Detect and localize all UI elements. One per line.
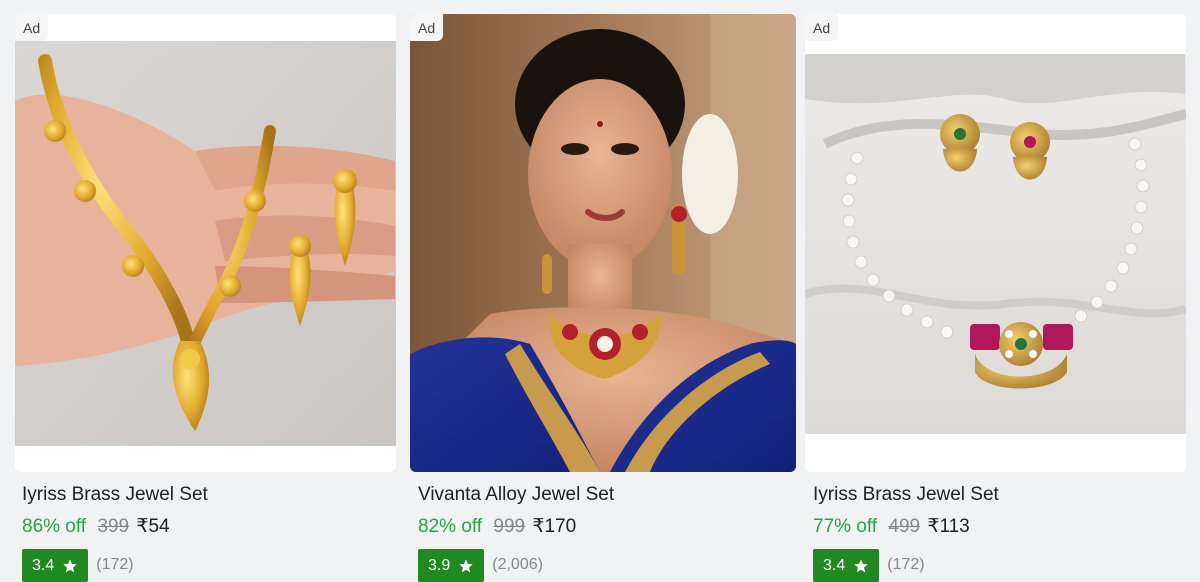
product-title[interactable]: Vivanta Alloy Jewel Set	[418, 484, 614, 506]
product-grid: Ad Iyriss Brass Jewel Set 86% off 399 ₹5…	[0, 0, 1200, 582]
ad-badge: Ad	[15, 14, 49, 41]
product-title[interactable]: Iyriss Brass Jewel Set	[813, 484, 999, 506]
star-icon	[854, 558, 868, 572]
rating-value: 3.4	[32, 556, 55, 574]
product-image-container[interactable]: Ad	[805, 14, 1186, 472]
rating-row: 3.9 (2,006)	[418, 549, 543, 582]
final-price: ₹113	[927, 516, 970, 537]
rating-row: 3.4 (172)	[813, 549, 925, 582]
final-price: ₹54	[136, 516, 170, 537]
product-card[interactable]: Ad	[405, 0, 801, 582]
product-image-container[interactable]: Ad	[410, 14, 796, 472]
ad-badge: Ad	[805, 14, 839, 41]
rating-count: (172)	[96, 555, 134, 573]
star-icon	[63, 558, 77, 572]
price-row: 82% off 999 ₹170	[418, 515, 576, 538]
discount-percent: 82% off	[418, 516, 483, 537]
discount-percent: 77% off	[813, 516, 878, 537]
gold-leaf-necklace-set-image[interactable]	[15, 41, 396, 446]
original-price: 399	[97, 516, 130, 537]
pearl-pendant-necklace-set-image[interactable]	[805, 54, 1186, 434]
product-card[interactable]: Ad	[800, 0, 1196, 582]
rating-badge: 3.4	[813, 549, 880, 582]
price-row: 77% off 499 ₹113	[813, 515, 970, 538]
final-price: ₹170	[532, 516, 577, 537]
product-image-container[interactable]: Ad	[15, 14, 396, 472]
original-price: 999	[493, 516, 526, 537]
product-card[interactable]: Ad	[0, 0, 396, 582]
rating-badge: 3.9	[418, 549, 485, 582]
model-wearing-choker-set-image[interactable]	[410, 14, 796, 472]
rating-badge: 3.4	[22, 549, 89, 582]
ad-badge: Ad	[410, 14, 444, 41]
rating-value: 3.9	[428, 556, 451, 574]
original-price: 499	[888, 516, 921, 537]
discount-percent: 86% off	[22, 516, 87, 537]
rating-count: (172)	[887, 555, 925, 573]
rating-count: (2,006)	[492, 555, 543, 573]
rating-row: 3.4 (172)	[22, 549, 134, 582]
star-icon	[459, 558, 473, 572]
product-title[interactable]: Iyriss Brass Jewel Set	[22, 484, 208, 506]
price-row: 86% off 399 ₹54	[22, 515, 170, 538]
rating-value: 3.4	[823, 556, 846, 574]
